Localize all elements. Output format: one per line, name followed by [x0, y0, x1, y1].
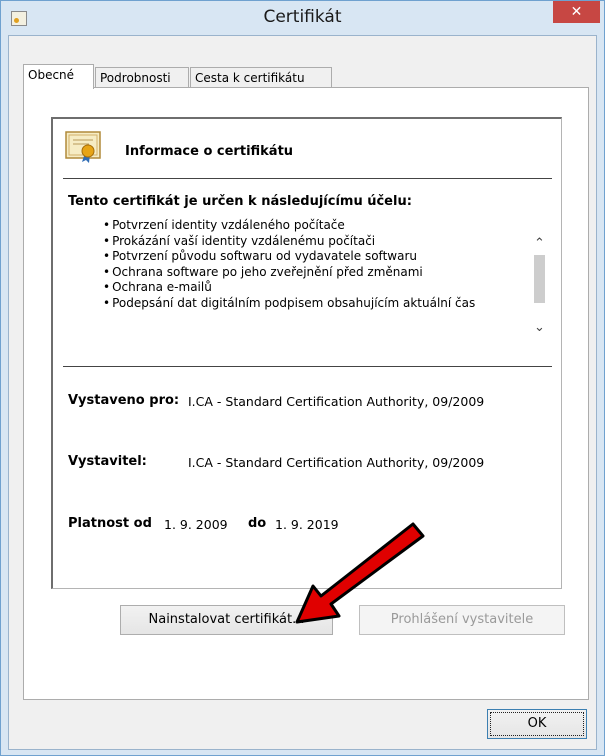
certificate-dialog: Certifikát ✕ Obecné Podrobnosti Cesta k …: [0, 0, 605, 756]
purpose-scrollbar[interactable]: ⌃ ⌄: [531, 219, 548, 337]
purpose-item: Ochrana e-mailů: [103, 280, 523, 296]
ok-button-label: OK: [527, 716, 547, 731]
annotation-arrow-icon: [295, 522, 425, 624]
ok-button[interactable]: OK: [487, 709, 587, 739]
issuer-value: I.CA - Standard Certification Authority,…: [188, 455, 485, 470]
divider: [63, 366, 552, 367]
issuer-label: Vystavitel:: [68, 454, 147, 469]
purpose-heading: Tento certifikát je určen k následujícím…: [68, 194, 412, 209]
certificate-seal-icon: [65, 131, 101, 163]
valid-from-value: 1. 9. 2009: [164, 517, 228, 532]
valid-from-label: Platnost od: [68, 516, 152, 531]
purpose-item: Potvrzení původu softwaru od vydavatele …: [103, 249, 523, 265]
tab-certification-path[interactable]: Cesta k certifikátu: [190, 67, 332, 88]
scroll-thumb[interactable]: [534, 255, 545, 303]
purpose-item: Prokázání vaší identity vzdálenému počít…: [103, 234, 523, 250]
valid-to-label: do: [248, 516, 267, 531]
title-bar[interactable]: Certifikát ✕: [1, 1, 604, 35]
tab-general[interactable]: Obecné: [23, 64, 94, 89]
dialog-client-area: Obecné Podrobnosti Cesta k certifikátu I…: [8, 35, 597, 750]
window-title: Certifikát: [263, 7, 342, 27]
tab-details[interactable]: Podrobnosti: [95, 67, 189, 88]
scroll-down-icon[interactable]: ⌄: [531, 319, 548, 336]
purpose-list: Potvrzení identity vzdáleného počítače P…: [103, 218, 523, 311]
divider: [63, 178, 552, 179]
close-button[interactable]: ✕: [553, 1, 600, 23]
issued-to-label: Vystaveno pro:: [68, 393, 180, 408]
purpose-item: Ochrana software po jeho zveřejnění před…: [103, 265, 523, 281]
purpose-item: Potvrzení identity vzdáleného počítače: [103, 218, 523, 234]
issued-to-value: I.CA - Standard Certification Authority,…: [188, 394, 485, 409]
certificate-info-title: Informace o certifikátu: [125, 144, 294, 159]
purpose-item: Podepsání dat digitálním podpisem obsahu…: [103, 296, 523, 312]
scroll-up-icon[interactable]: ⌃: [531, 235, 548, 252]
